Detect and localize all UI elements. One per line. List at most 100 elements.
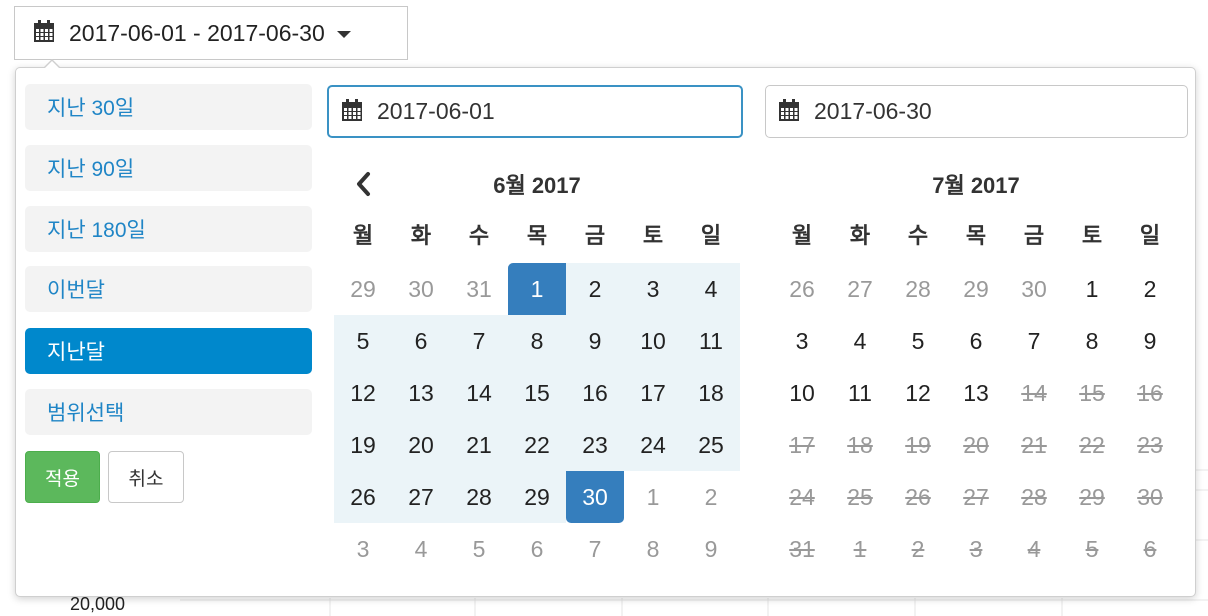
day-cell[interactable]: 10 xyxy=(624,315,682,367)
day-cell[interactable]: 27 xyxy=(831,263,889,315)
day-cell[interactable]: 14 xyxy=(450,367,508,419)
apply-button[interactable]: 적용 xyxy=(25,451,100,503)
day-cell[interactable]: 29 xyxy=(508,471,566,523)
day-cell[interactable]: 5 xyxy=(889,315,947,367)
day-cell[interactable]: 3 xyxy=(624,263,682,315)
day-cell[interactable]: 20 xyxy=(392,419,450,471)
calendar-header: 7월 2017 xyxy=(773,156,1179,211)
day-cell[interactable]: 8 xyxy=(624,523,682,575)
start-date-input[interactable]: 2017-06-01 xyxy=(327,85,743,138)
day-cell: 27 xyxy=(963,484,989,510)
day-cell[interactable]: 6 xyxy=(947,315,1005,367)
week-row: 26 27 28 29 30 1 2 xyxy=(773,263,1179,315)
day-cell[interactable]: 12 xyxy=(889,367,947,419)
day-cell[interactable]: 9 xyxy=(682,523,740,575)
calendar-icon xyxy=(778,98,800,126)
day-cell: 5 xyxy=(1085,536,1099,562)
day-cell: 28 xyxy=(1021,484,1047,510)
day-cell[interactable]: 18 xyxy=(682,367,740,419)
day-cell[interactable]: 5 xyxy=(334,315,392,367)
preset-last-90-days[interactable]: 지난 90일 xyxy=(25,145,312,191)
preset-last-180-days[interactable]: 지난 180일 xyxy=(25,206,312,252)
weekday-label: 수 xyxy=(468,224,490,249)
week-row: 29 30 31 1 2 3 4 xyxy=(334,263,740,315)
day-cell: 21 xyxy=(1021,432,1047,458)
weekday-label: 목 xyxy=(526,224,548,249)
day-cell[interactable]: 7 xyxy=(1005,315,1063,367)
day-cell[interactable]: 4 xyxy=(682,263,740,315)
day-cell[interactable]: 6 xyxy=(392,315,450,367)
day-cell[interactable]: 1 xyxy=(508,263,566,315)
week-row: 26 27 28 29 30 1 2 xyxy=(334,471,740,523)
day-cell[interactable]: 9 xyxy=(566,315,624,367)
day-cell[interactable]: 11 xyxy=(682,315,740,367)
day-cell[interactable]: 4 xyxy=(392,523,450,575)
end-date-value: 2017-06-30 xyxy=(814,98,932,124)
week-row: 3456789 xyxy=(334,523,740,575)
day-cell[interactable]: 19 xyxy=(334,419,392,471)
day-cell[interactable]: 27 xyxy=(392,471,450,523)
day-cell: 3 xyxy=(969,536,983,562)
week-row: 3456789 xyxy=(773,315,1179,367)
day-cell[interactable]: 24 xyxy=(624,419,682,471)
day-cell[interactable]: 16 xyxy=(566,367,624,419)
day-cell[interactable]: 10 xyxy=(773,367,831,419)
day-cell[interactable]: 30 xyxy=(392,263,450,315)
day-cell: 4 xyxy=(1027,536,1041,562)
day-cell[interactable]: 26 xyxy=(773,263,831,315)
day-cell[interactable]: 7 xyxy=(450,315,508,367)
day-cell[interactable]: 1 xyxy=(624,471,682,523)
preset-custom-range[interactable]: 범위선택 xyxy=(25,389,312,435)
day-cell[interactable]: 8 xyxy=(508,315,566,367)
cancel-button[interactable]: 취소 xyxy=(108,451,184,503)
day-cell[interactable]: 2 xyxy=(682,471,740,523)
day-cell[interactable]: 1 xyxy=(1063,263,1121,315)
day-cell[interactable]: 8 xyxy=(1063,315,1121,367)
day-cell[interactable]: 30 xyxy=(1005,263,1063,315)
calendar-header: 6월 2017 xyxy=(334,156,740,211)
day-cell[interactable]: 30 xyxy=(566,471,624,523)
day-cell[interactable]: 7 xyxy=(566,523,624,575)
day-cell: 26 xyxy=(905,484,931,510)
preset-last-30-days[interactable]: 지난 30일 xyxy=(25,84,312,130)
day-cell[interactable]: 31 xyxy=(450,263,508,315)
day-cell[interactable]: 28 xyxy=(889,263,947,315)
day-cell[interactable]: 3 xyxy=(334,523,392,575)
day-cell[interactable]: 29 xyxy=(334,263,392,315)
day-cell[interactable]: 21 xyxy=(450,419,508,471)
weekday-label: 토 xyxy=(1081,224,1103,249)
day-cell[interactable]: 2 xyxy=(566,263,624,315)
day-cell: 24 xyxy=(789,484,815,510)
day-cell[interactable]: 11 xyxy=(831,367,889,419)
day-cell[interactable]: 4 xyxy=(831,315,889,367)
day-cell[interactable]: 3 xyxy=(773,315,831,367)
day-cell[interactable]: 13 xyxy=(392,367,450,419)
day-cell[interactable]: 6 xyxy=(508,523,566,575)
date-range-trigger[interactable]: 2017-06-01 - 2017-06-30 xyxy=(14,6,408,60)
weekday-label: 월 xyxy=(791,224,813,249)
day-cell: 15 xyxy=(1079,380,1105,406)
day-cell[interactable]: 25 xyxy=(682,419,740,471)
day-cell[interactable]: 9 xyxy=(1121,315,1179,367)
day-cell[interactable]: 2 xyxy=(1121,263,1179,315)
day-cell[interactable]: 26 xyxy=(334,471,392,523)
calendar-icon xyxy=(33,19,55,47)
day-cell[interactable]: 29 xyxy=(947,263,1005,315)
preset-last-month[interactable]: 지난달 xyxy=(25,328,312,374)
day-cell[interactable]: 28 xyxy=(450,471,508,523)
preset-this-month[interactable]: 이번달 xyxy=(25,266,312,312)
day-cell[interactable]: 13 xyxy=(947,367,1005,419)
day-cell[interactable]: 15 xyxy=(508,367,566,419)
weekday-label: 금 xyxy=(584,224,606,249)
day-cell[interactable]: 22 xyxy=(508,419,566,471)
day-cell[interactable]: 12 xyxy=(334,367,392,419)
day-cell[interactable]: 5 xyxy=(450,523,508,575)
date-range-value: 2017-06-01 - 2017-06-30 xyxy=(69,19,325,46)
day-cell: 29 xyxy=(1079,484,1105,510)
day-cell[interactable]: 23 xyxy=(566,419,624,471)
day-cell[interactable]: 17 xyxy=(624,367,682,419)
calendar-left: 6월 2017 월 화 수 목 금 토 일 29 30 31 1 2 3 4 5 6 7 8 9 10 1… xyxy=(334,156,740,575)
week-row: 17 18 19 20 21 22 23 xyxy=(773,419,1179,471)
end-date-input[interactable]: 2017-06-30 xyxy=(765,85,1188,138)
weekday-label: 화 xyxy=(849,224,871,249)
